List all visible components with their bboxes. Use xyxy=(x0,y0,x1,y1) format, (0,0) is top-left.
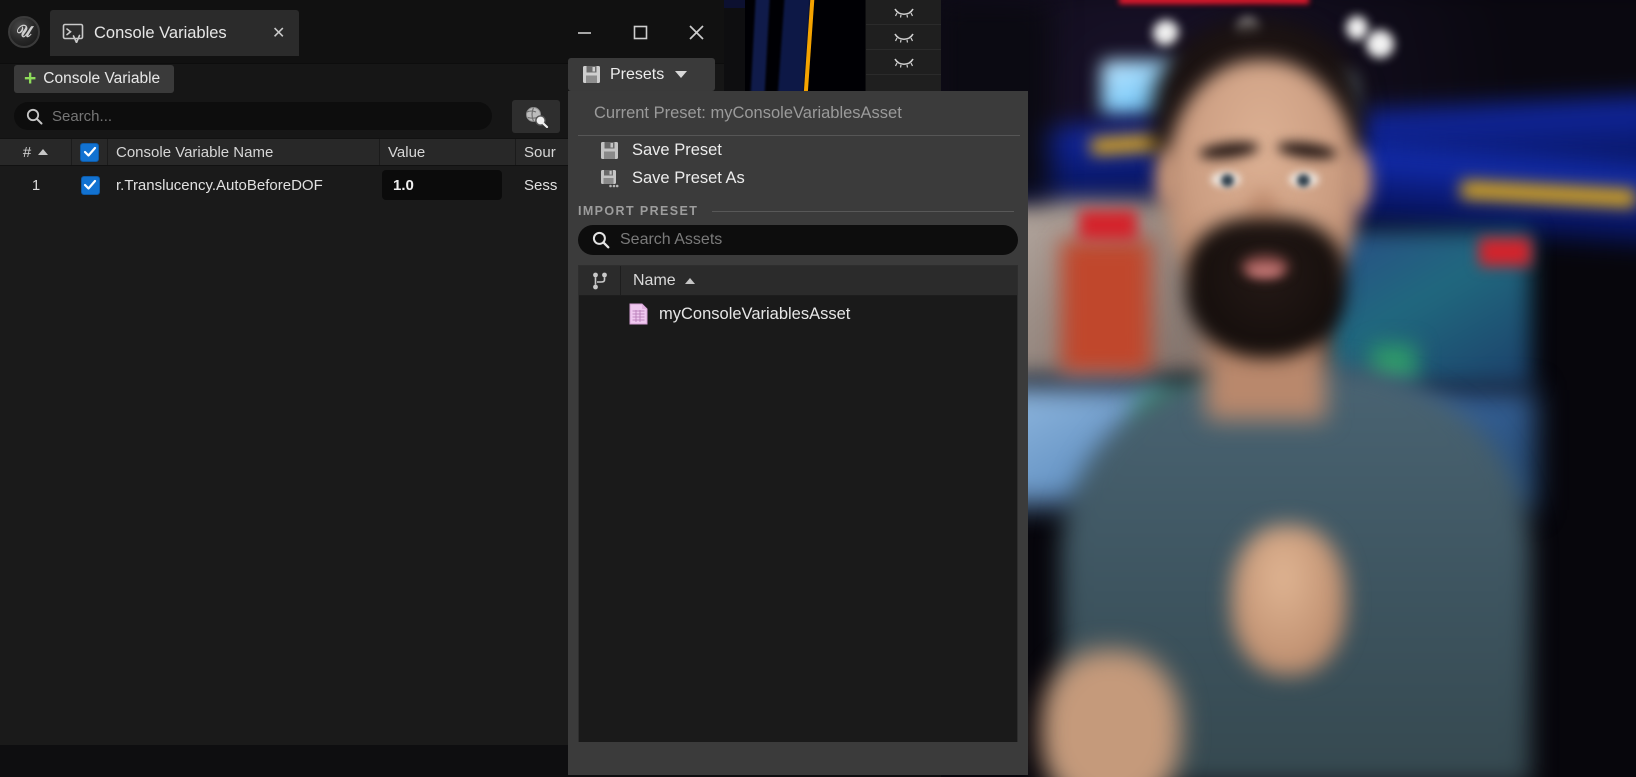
row-variable-name[interactable]: r.Translucency.AutoBeforeDOF xyxy=(108,166,380,204)
webcam-video-overlay xyxy=(941,0,1636,777)
outliner-row xyxy=(866,0,941,25)
outliner-row xyxy=(866,50,941,75)
check-icon xyxy=(83,179,97,190)
globe-search-icon xyxy=(525,106,548,128)
unreal-engine-logo-icon: 𝒰 xyxy=(8,16,40,48)
select-all-checkbox[interactable] xyxy=(80,142,99,162)
current-preset-label: Current Preset: myConsoleVariablesAsset xyxy=(594,103,902,122)
asset-search-input[interactable]: Search Assets xyxy=(578,225,1018,255)
presets-button[interactable]: Presets xyxy=(568,58,715,91)
asset-name-column-header[interactable]: Name xyxy=(621,266,1017,295)
search-placeholder: Search... xyxy=(52,107,113,125)
column-header-index-label: # xyxy=(22,143,32,161)
sort-asc-icon xyxy=(38,149,49,155)
asset-list-header: Name xyxy=(579,266,1017,296)
window-controls xyxy=(556,0,724,64)
outliner-row xyxy=(866,25,941,50)
chevron-down-icon xyxy=(675,71,688,78)
section-divider xyxy=(712,210,1014,212)
search-icon xyxy=(26,108,43,124)
column-header-name[interactable]: Console Variable Name xyxy=(108,139,380,165)
console-variables-icon xyxy=(62,23,84,43)
row-index: 1 xyxy=(31,176,41,194)
maximize-button[interactable] xyxy=(612,0,668,64)
row-enabled-checkbox[interactable] xyxy=(80,175,100,195)
minimize-icon xyxy=(577,31,591,34)
asset-list: Name myConsoleVariablesAsset xyxy=(578,265,1018,742)
asset-name: myConsoleVariablesAsset xyxy=(659,304,851,323)
column-header-index[interactable]: # xyxy=(0,139,72,165)
tab-console-variables[interactable]: Console Variables ✕ xyxy=(50,10,299,56)
menu-item-save-preset-as-label: Save Preset As xyxy=(632,168,745,187)
background-viewport xyxy=(745,0,865,96)
console-variables-asset-icon xyxy=(629,303,648,325)
row-enabled-cell xyxy=(72,166,108,204)
window-titlebar[interactable]: 𝒰 Console Variables ✕ xyxy=(0,0,724,64)
asset-search-placeholder: Search Assets xyxy=(620,231,723,248)
presets-dropdown-menu: Current Preset: myConsoleVariablesAsset … xyxy=(568,91,1028,775)
list-item[interactable]: myConsoleVariablesAsset xyxy=(579,296,1017,332)
asset-search-wrap: Search Assets xyxy=(568,225,1028,255)
save-disk-icon xyxy=(583,66,600,83)
search-input[interactable]: Search... xyxy=(14,102,492,130)
save-disk-as-icon xyxy=(601,169,619,187)
source-control-icon xyxy=(592,272,607,289)
source-control-column-header[interactable] xyxy=(579,266,621,295)
eye-closed-icon xyxy=(893,8,914,18)
import-preset-label: IMPORT PRESET xyxy=(578,204,699,218)
search-icon xyxy=(592,231,610,249)
tab-close-icon[interactable]: ✕ xyxy=(269,23,289,43)
background-outliner xyxy=(866,0,941,96)
plus-icon: + xyxy=(24,66,37,90)
save-disk-icon xyxy=(601,141,618,159)
import-preset-section-header: IMPORT PRESET xyxy=(568,192,1028,225)
close-icon xyxy=(688,24,704,40)
add-console-variable-button[interactable]: + Console Variable xyxy=(14,65,175,93)
column-header-value[interactable]: Value xyxy=(380,139,516,165)
asset-name-column-label: Name xyxy=(633,271,676,289)
column-header-enabled[interactable] xyxy=(72,139,108,165)
eye-closed-icon xyxy=(893,33,914,43)
menu-item-save-preset-label: Save Preset xyxy=(632,140,722,159)
globe-search-button[interactable] xyxy=(512,100,560,133)
viewport-geometry-stripe xyxy=(750,0,770,96)
eye-closed-icon xyxy=(893,58,914,68)
tab-label: Console Variables xyxy=(94,23,227,42)
menu-item-save-preset-as[interactable]: Save Preset As xyxy=(568,164,1028,192)
presets-button-label: Presets xyxy=(610,65,665,83)
minimize-button[interactable] xyxy=(556,0,612,64)
close-button[interactable] xyxy=(668,0,724,64)
maximize-icon xyxy=(633,25,647,39)
menu-item-save-preset[interactable]: Save Preset xyxy=(568,136,1028,164)
check-icon xyxy=(83,146,96,157)
add-console-variable-label: Console Variable xyxy=(43,70,161,87)
row-value-input[interactable]: 1.0 xyxy=(382,170,502,200)
sort-asc-icon xyxy=(684,277,695,284)
screen-root: 𝒰 Console Variables ✕ + Console Variable… xyxy=(0,0,1636,777)
row-value-cell: 1.0 xyxy=(380,166,516,204)
